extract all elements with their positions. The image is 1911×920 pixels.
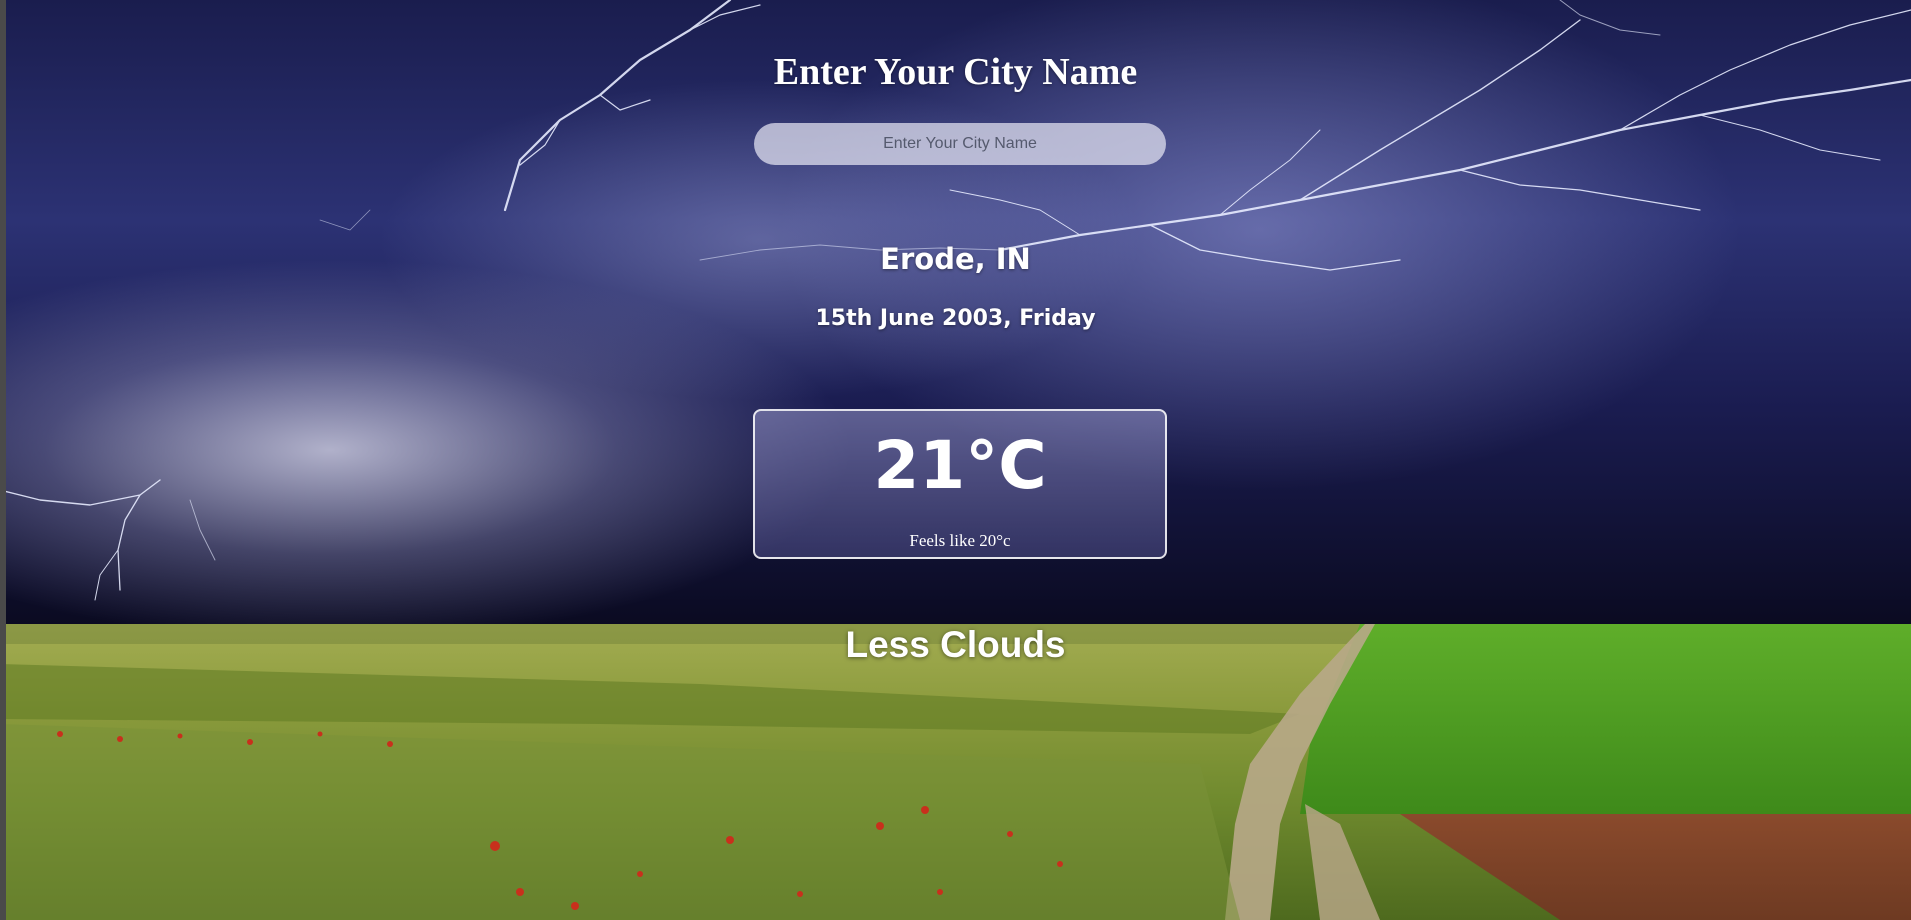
weather-page: Enter Your City Name Erode, IN 15th June… <box>0 0 1911 920</box>
current-date: 15th June 2003, Friday <box>815 306 1096 331</box>
temperature-value: 21°C <box>873 427 1047 504</box>
city-name: Erode, IN <box>880 242 1031 276</box>
weather-condition: Less Clouds <box>845 624 1066 665</box>
page-title: Enter Your City Name <box>773 51 1138 93</box>
weather-ui: Enter Your City Name Erode, IN 15th June… <box>0 0 1911 920</box>
city-search-input[interactable] <box>754 123 1166 165</box>
temperature-card: 21°C Feels like 20°c <box>753 409 1167 559</box>
feels-like-text: Feels like 20°c <box>909 531 1011 550</box>
